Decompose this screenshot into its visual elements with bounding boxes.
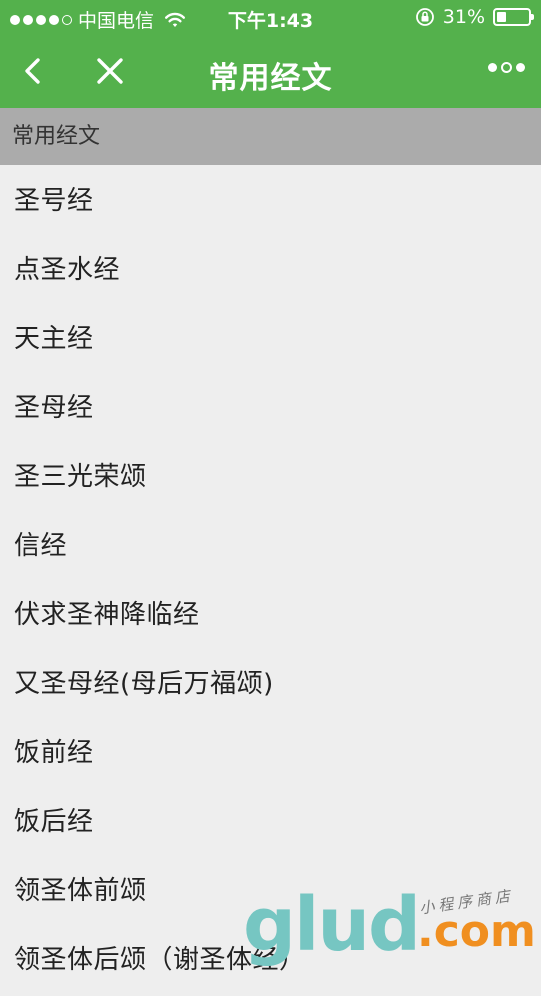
list-item[interactable]: 点圣水经 — [0, 234, 541, 303]
list-item[interactable]: 天主经 — [0, 303, 541, 372]
watermark-logo: glud 小程序商店 .com — [243, 885, 536, 965]
list-item[interactable]: 伏求圣神降临经 — [0, 579, 541, 648]
more-ring-icon — [501, 62, 512, 73]
status-bar: 中国电信 下午1:43 31% — [0, 0, 541, 35]
navigation-bar: 常用经文 — [0, 35, 541, 108]
more-dot-icon — [516, 63, 525, 72]
watermark-domain: .com — [417, 906, 536, 957]
status-right: 31% — [415, 6, 534, 28]
page-title: 常用经文 — [208, 61, 333, 96]
app-header: 中国电信 下午1:43 31% 常用经文 — [0, 0, 541, 108]
battery-percent: 31% — [442, 6, 485, 28]
list-item[interactable]: 圣三光荣颂 — [0, 441, 541, 510]
more-dot-icon — [488, 63, 497, 72]
list-item[interactable]: 饭后经 — [0, 786, 541, 855]
rotation-lock-icon — [415, 8, 434, 26]
list-item[interactable]: 又圣母经(母后万福颂) — [0, 648, 541, 717]
list-item[interactable]: 圣母经 — [0, 372, 541, 441]
more-menu-button[interactable] — [488, 62, 525, 73]
battery-icon — [493, 8, 534, 26]
prayer-list: 圣号经 点圣水经 天主经 圣母经 圣三光荣颂 信经 伏求圣神降临经 又圣母经(母… — [0, 165, 541, 993]
list-item[interactable]: 圣号经 — [0, 165, 541, 234]
watermark-main-text: glud — [243, 882, 421, 968]
section-header: 常用经文 — [0, 108, 541, 165]
list-item[interactable]: 信经 — [0, 510, 541, 579]
list-item[interactable]: 饭前经 — [0, 717, 541, 786]
